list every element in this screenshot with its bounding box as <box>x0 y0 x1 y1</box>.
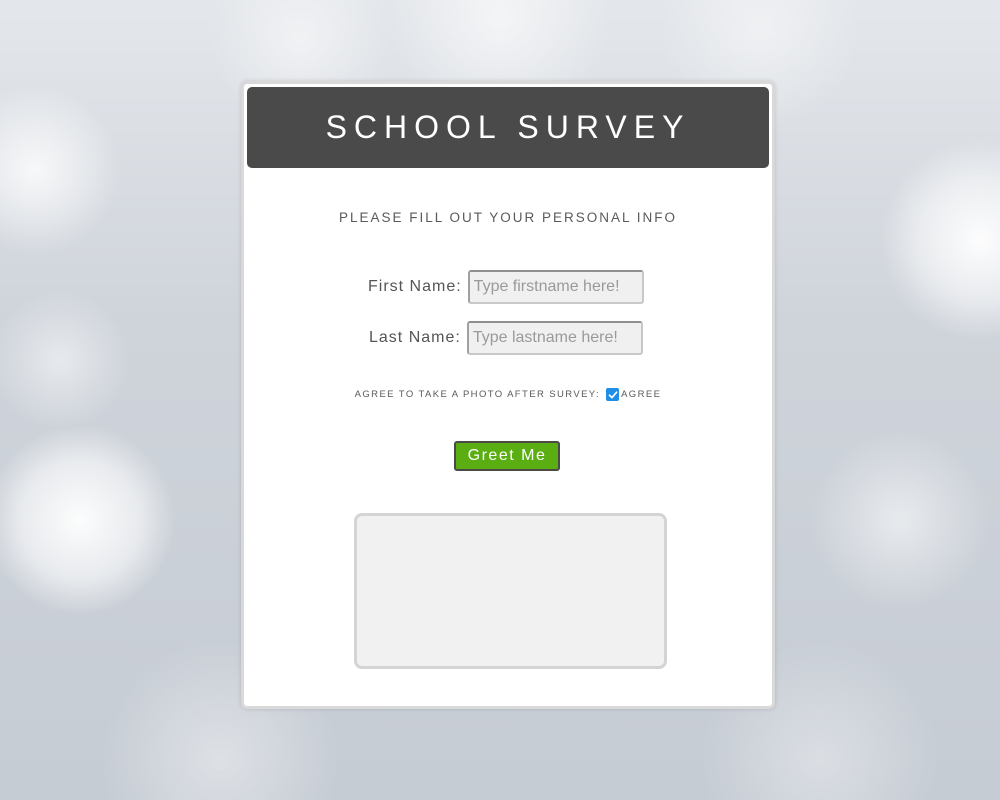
form-subtitle: PLEASE FILL OUT YOUR PERSONAL INFO <box>338 210 678 225</box>
first-name-row: First Name: <box>368 270 644 304</box>
photo-consent-label: AGREE TO TAKE A PHOTO AFTER SURVEY: <box>354 389 601 400</box>
agree-checkbox[interactable] <box>606 388 620 401</box>
survey-card: SCHOOL SURVEY PLEASE FILL OUT YOUR PERSO… <box>241 81 775 709</box>
survey-header: SCHOOL SURVEY <box>247 87 769 168</box>
last-name-row: Last Name: <box>369 321 643 355</box>
last-name-label: Last Name: <box>369 329 461 346</box>
checkmark-icon <box>608 390 618 398</box>
greet-me-button[interactable]: Greet Me <box>454 441 560 471</box>
greeting-output-box <box>354 513 667 669</box>
first-name-input[interactable] <box>467 270 644 304</box>
page-title: SCHOOL SURVEY <box>325 109 691 145</box>
agree-checkbox-label[interactable]: AGREE <box>621 389 661 400</box>
first-name-label: First Name: <box>368 278 462 295</box>
last-name-input[interactable] <box>466 321 643 355</box>
photo-consent-row: AGREE TO TAKE A PHOTO AFTER SURVEY: AGRE… <box>244 388 772 401</box>
